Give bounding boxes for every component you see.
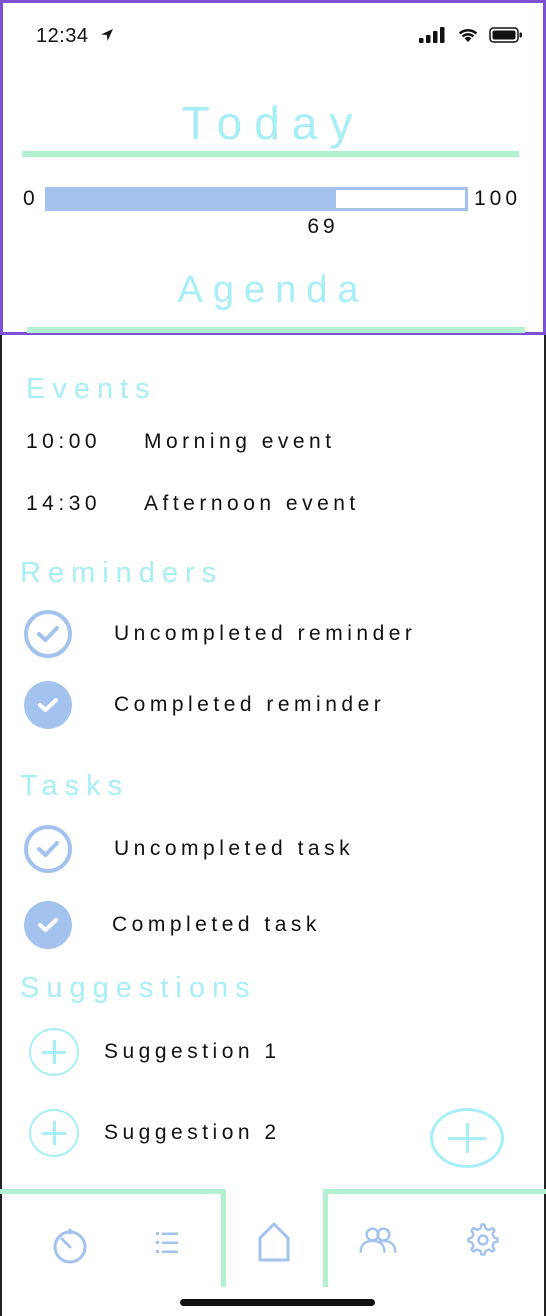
check-circle-icon[interactable] <box>24 825 72 873</box>
progress-value-label: 69 <box>307 215 339 238</box>
reminder-item[interactable]: Uncompleted reminder <box>24 610 494 660</box>
tasks-heading: Tasks <box>20 770 130 802</box>
progress-min-label: 0 <box>23 187 39 210</box>
wifi-icon <box>458 28 478 42</box>
reminder-label: Uncompleted reminder <box>114 622 417 645</box>
task-item[interactable]: Completed task <box>24 901 494 951</box>
tab-people[interactable] <box>358 1220 398 1260</box>
tab-home[interactable] <box>254 1222 294 1262</box>
task-label: Completed task <box>112 913 321 936</box>
progress-max-label: 100 <box>474 187 522 210</box>
event-label: Morning event <box>144 430 336 453</box>
battery-icon <box>489 27 522 43</box>
gear-icon <box>467 1223 499 1256</box>
add-circle-icon[interactable] <box>29 1109 79 1157</box>
tabbar-divider-right-vertical <box>323 1189 328 1287</box>
agenda-title: Agenda <box>177 269 369 311</box>
today-header: 12:34 Today 0 100 69 Agenda <box>0 0 546 335</box>
reminders-heading: Reminders <box>20 557 224 589</box>
progress-bar <box>45 187 468 211</box>
task-label: Uncompleted task <box>114 837 355 860</box>
task-item[interactable]: Uncompleted task <box>24 825 494 875</box>
tabbar-divider-left <box>0 1189 225 1194</box>
timer-icon <box>53 1228 87 1264</box>
home-icon <box>258 1222 290 1262</box>
location-arrow-icon <box>101 29 113 41</box>
tab-settings[interactable] <box>463 1220 503 1260</box>
suggestion-item[interactable]: Suggestion 1 <box>29 1028 429 1078</box>
home-indicator <box>180 1299 375 1306</box>
suggestion-item[interactable]: Suggestion 2 <box>29 1109 429 1159</box>
event-item[interactable]: 10:00 Morning event <box>26 430 336 454</box>
check-circle-icon[interactable] <box>24 610 72 658</box>
check-circle-filled-icon[interactable] <box>24 681 72 729</box>
page-title: Today <box>181 97 365 149</box>
reminder-label: Completed reminder <box>114 693 386 716</box>
title-divider <box>22 151 519 157</box>
status-time: 12:34 <box>36 25 89 47</box>
tab-timer[interactable] <box>50 1226 90 1266</box>
event-time: 10:00 <box>26 430 102 453</box>
list-icon <box>156 1232 178 1253</box>
people-icon <box>359 1227 397 1253</box>
reminder-item[interactable]: Completed reminder <box>24 681 494 731</box>
suggestions-heading: Suggestions <box>20 972 257 1004</box>
status-indicators <box>419 27 523 43</box>
add-circle-icon[interactable] <box>29 1028 79 1076</box>
signal-icon <box>419 27 445 43</box>
event-item[interactable]: 14:30 Afternoon event <box>26 492 360 516</box>
check-circle-filled-icon[interactable] <box>24 901 72 949</box>
tabbar-divider-right <box>323 1189 546 1194</box>
add-button[interactable] <box>430 1108 504 1168</box>
events-heading: Events <box>26 373 157 405</box>
progress-fill <box>48 190 336 208</box>
event-time: 14:30 <box>26 492 102 515</box>
tabbar-divider-left-vertical <box>221 1189 226 1287</box>
agenda-divider <box>27 327 525 333</box>
event-label: Afternoon event <box>144 492 360 515</box>
tab-list[interactable] <box>146 1223 186 1263</box>
suggestion-label: Suggestion 1 <box>104 1040 281 1063</box>
suggestion-label: Suggestion 2 <box>104 1121 281 1144</box>
